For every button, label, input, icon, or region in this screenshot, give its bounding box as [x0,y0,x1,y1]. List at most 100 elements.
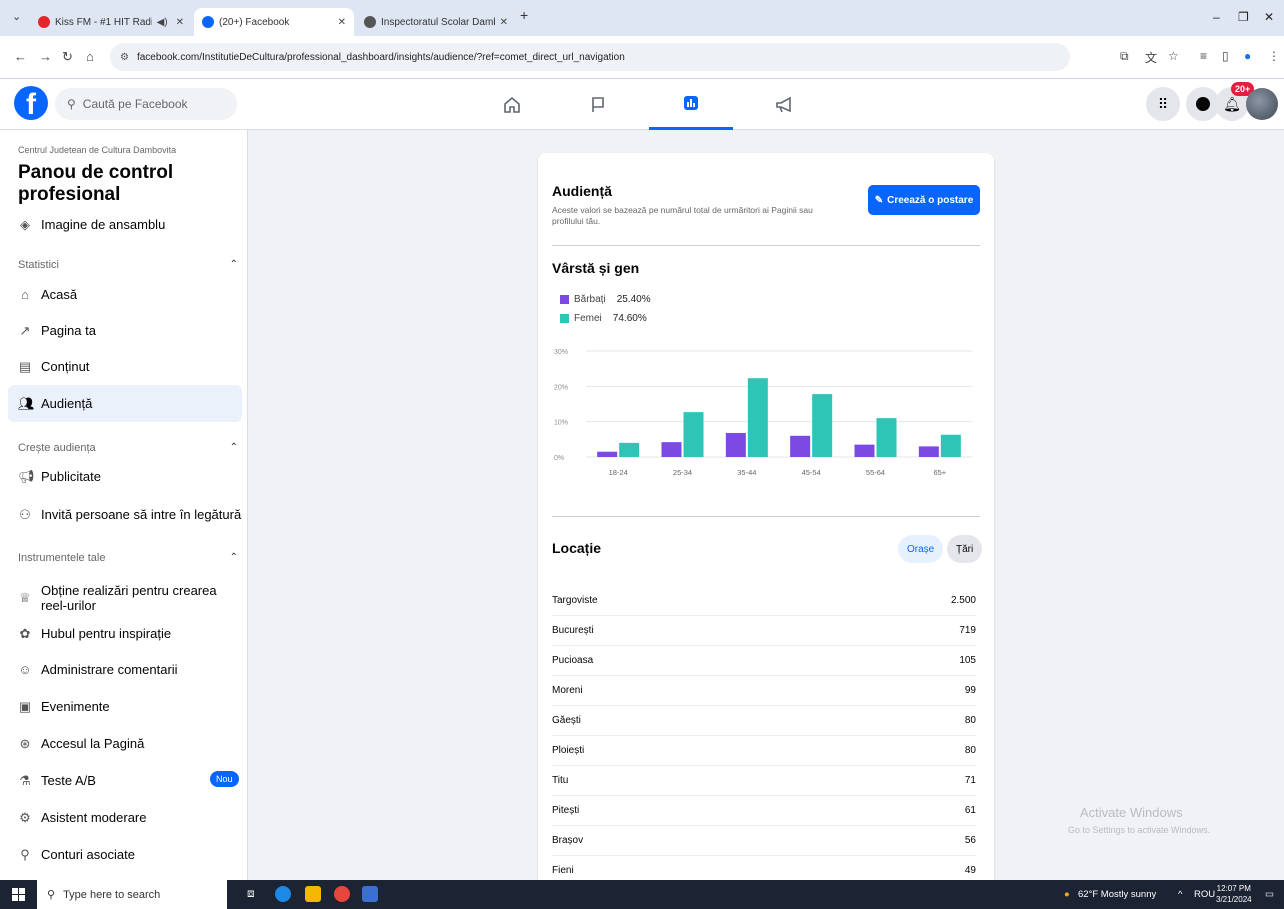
bar-women-55-64[interactable] [876,418,897,457]
sidebar-item-hubul[interactable]: ✿ Hubul pentru inspirație [8,615,242,652]
sidebar-item-realizari[interactable]: ♕ Obține realizări pentru crearea reel-u… [8,576,242,620]
reading-list-icon[interactable]: ≡ [1200,49,1207,63]
sidebar-item-invita[interactable]: ⚇ Invită persoane să intre în legătură [8,496,242,533]
new-tab-icon[interactable]: + [520,7,528,23]
close-icon[interactable]: ✕ [500,17,508,28]
facebook-logo-icon[interactable]: f [14,86,48,120]
tab-kiss-fm[interactable]: Kiss FM - #1 HIT Radio ◀) ✕ [30,8,192,36]
sidebar-item-label: Administrare comentarii [41,662,178,677]
location-title: Locație [552,540,602,556]
bar-men-18-24[interactable] [597,451,618,457]
translate-icon[interactable]: 文 [1145,49,1157,66]
menu-dots-icon[interactable]: ⋮ [1268,49,1280,63]
nav-ads[interactable] [742,79,826,130]
bar-men-45-54[interactable] [790,435,811,457]
url-field[interactable]: ⚙ facebook.com/InstitutieDeCultura/profe… [110,43,1070,71]
section-creste-audienta[interactable]: Crește audiența ⌃ [18,442,238,454]
audience-title: Audiență [552,183,612,199]
bar-men-35-44[interactable] [725,432,746,457]
sidebar-item-label: Imagine de ansamblu [41,217,166,232]
sidebar-item-label: Audiență [41,396,93,411]
search-input[interactable] [82,97,223,111]
task-view-icon[interactable]: ⧈ [247,886,263,902]
legend-percentage: 25.40% [616,294,651,305]
section-instrumente[interactable]: Instrumentele tale ⌃ [18,552,238,564]
facebook-search[interactable]: ⚲ [55,88,237,120]
section-label: Statistici [18,259,59,271]
tab-facebook[interactable]: (20+) Facebook ✕ [194,8,354,36]
avatar[interactable] [1246,88,1278,120]
maximize-icon[interactable]: ❐ [1238,10,1249,24]
speaker-icon[interactable]: ◀) [157,17,168,28]
countries-toggle-button[interactable]: Țări [947,535,983,563]
location-row: Pucioasa 105 [552,646,976,676]
bar-men-55-64[interactable] [854,444,875,457]
sidebar-item-pagina[interactable]: ↗ Pagina ta [8,312,242,349]
bar-women-35-44[interactable] [747,378,768,457]
forward-icon[interactable]: → [39,49,52,64]
nav-insights[interactable] [649,79,733,130]
reload-icon[interactable]: ↻ [62,49,73,65]
location-city: Pucioasa [552,655,594,666]
sidebar-item-comentarii[interactable]: ☺ Administrare comentarii [8,651,242,688]
sidebar-item-overview[interactable]: ◈ Imagine de ansamblu [8,206,242,243]
profile-icon[interactable]: ● [1244,49,1251,63]
clock[interactable]: 12:07 PM 3/21/2024 [1216,883,1252,905]
chrome-icon[interactable] [334,886,350,902]
sidebar-item-evenimente[interactable]: ▣ Evenimente [8,688,242,725]
bar-women-25-34[interactable] [683,412,704,457]
tab-title: Kiss FM - #1 HIT Radio [55,16,152,28]
nav-home[interactable] [470,79,554,130]
bar-women-45-54[interactable] [812,394,833,457]
home-icon[interactable]: ⌂ [86,49,94,64]
sidebar-item-label: Teste A/B [41,773,96,788]
notification-center-icon[interactable]: ▭ [1265,889,1274,900]
language-indicator[interactable]: ROU [1194,889,1215,900]
edge-icon[interactable] [275,886,291,902]
weather-text[interactable]: 62°F Mostly sunny [1078,889,1156,900]
megaphone-icon [776,96,791,112]
legend-label: Femei [574,313,602,324]
tab-search-icon[interactable]: ⌄ [12,10,21,23]
create-post-button[interactable]: ✎ Creează o postare [868,185,980,215]
sidebar-item-acasa[interactable]: ⌂ Acasă [8,276,242,313]
bar-women-65+[interactable] [940,434,961,457]
window-close-icon[interactable]: ✕ [1264,10,1274,24]
taskbar-search[interactable]: ⚲ Type here to search [37,880,227,909]
close-icon[interactable]: ✕ [338,17,346,28]
kiss-fm-favicon-icon [38,16,50,28]
sidebar-item-teste[interactable]: ⚗ Teste A/B [8,762,242,799]
sidebar-item-accesul[interactable]: ⊛ Accesul la Pagină [8,725,242,762]
cities-toggle-button[interactable]: Orașe [898,535,944,563]
location-count: 56 [964,835,976,846]
sidebar-item-continut[interactable]: ▤ Conținut [8,348,242,385]
close-icon[interactable]: ✕ [176,17,184,28]
bar-men-65+[interactable] [918,446,939,457]
sidebar-item-asistent[interactable]: ⚙ Asistent moderare [8,799,242,836]
y-tick-label: 0% [554,455,564,462]
bar-women-18-24[interactable] [619,442,640,457]
nav-pages[interactable] [556,79,640,130]
side-panel-icon[interactable]: ▯ [1222,49,1229,63]
sidebar-item-conturi[interactable]: ⚲ Conturi asociate [8,836,242,873]
chevron-up-icon[interactable]: ^ [1178,889,1182,900]
sidebar-item-label: Invită persoane să intre în legătură [41,507,242,522]
app-icon[interactable] [362,886,378,902]
chevron-up-icon: ⌃ [229,259,238,270]
sidebar-item-audienta[interactable]: 👥︎ Audiență [8,385,242,422]
menu-grid-button[interactable]: ⠿ [1146,87,1180,121]
file-explorer-icon[interactable] [305,886,321,902]
bookmark-star-icon[interactable]: ☆ [1168,49,1179,63]
activate-windows-watermark: Activate Windows [1080,805,1183,820]
location-row: Targoviste 2.500 [552,586,976,616]
bar-men-25-34[interactable] [661,442,682,457]
minimize-icon[interactable]: – [1213,10,1220,24]
x-tick-label: 18-24 [609,468,628,477]
screenshot-icon[interactable]: ⧉ [1120,49,1129,64]
back-icon[interactable]: ← [14,49,27,64]
tab-inspectorat[interactable]: Inspectoratul Scolar Dambovita ✕ [356,8,516,36]
section-statistici[interactable]: Statistici ⌃ [18,259,238,271]
site-info-icon[interactable]: ⚙ [120,52,129,63]
windows-start-icon[interactable] [12,888,25,901]
sidebar-item-publicitate[interactable]: 📢︎ Publicitate [8,458,242,495]
